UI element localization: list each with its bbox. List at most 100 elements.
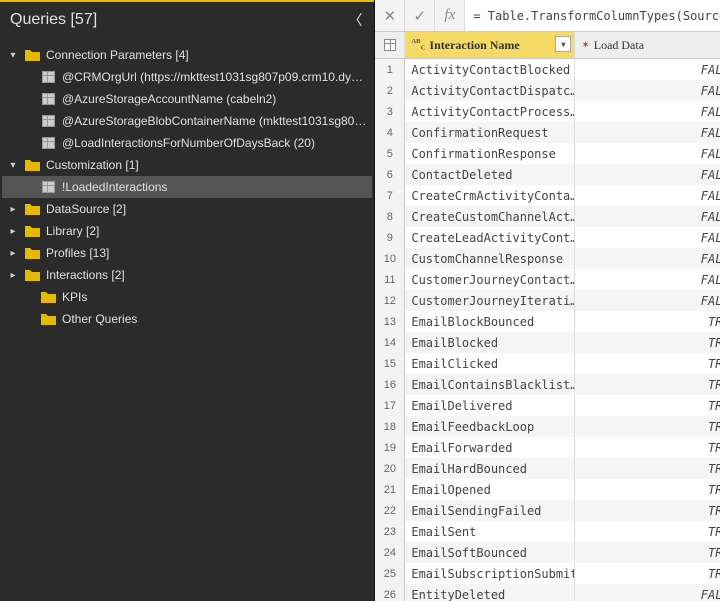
table-row[interactable]: 10CustomChannelResponseFALSE <box>375 248 720 269</box>
table-row[interactable]: 5ConfirmationResponseFALSE <box>375 143 720 164</box>
cell-interaction-name[interactable]: EmailSoftBounced <box>405 542 575 563</box>
tree-folder[interactable]: ▸Profiles [13] <box>2 242 372 264</box>
cell-interaction-name[interactable]: ConfirmationRequest <box>405 122 575 143</box>
tree-item[interactable]: @LoadInteractionsForNumberOfDaysBack (20… <box>2 132 372 154</box>
table-row[interactable]: 11CustomerJourneyContact…FALSE <box>375 269 720 290</box>
commit-formula-button[interactable]: ✓ <box>405 0 435 31</box>
cell-interaction-name[interactable]: EntityDeleted <box>405 584 575 601</box>
cell-load-data[interactable]: TRUE <box>575 353 720 374</box>
cell-interaction-name[interactable]: EmailForwarded <box>405 437 575 458</box>
cell-interaction-name[interactable]: EmailClicked <box>405 353 575 374</box>
column-filter-button[interactable]: ▾ <box>555 36 571 52</box>
cell-interaction-name[interactable]: EmailBlocked <box>405 332 575 353</box>
cell-load-data[interactable]: FALSE <box>575 143 720 164</box>
cell-load-data[interactable]: TRUE <box>575 437 720 458</box>
table-row[interactable]: 8CreateCustomChannelAct…FALSE <box>375 206 720 227</box>
cell-interaction-name[interactable]: ActivityContactProcess… <box>405 101 575 122</box>
cell-load-data[interactable]: TRUE <box>575 311 720 332</box>
cell-load-data[interactable]: FALSE <box>575 290 720 311</box>
table-row[interactable]: 20EmailHardBouncedTRUE <box>375 458 720 479</box>
table-row[interactable]: 2ActivityContactDispatc…FALSE <box>375 80 720 101</box>
table-row[interactable]: 15EmailClickedTRUE <box>375 353 720 374</box>
cell-load-data[interactable]: TRUE <box>575 563 720 584</box>
formula-input[interactable]: = Table.TransformColumnTypes(Source,{{ <box>465 0 720 31</box>
cell-interaction-name[interactable]: EmailOpened <box>405 479 575 500</box>
table-row[interactable]: 17EmailDeliveredTRUE <box>375 395 720 416</box>
cell-interaction-name[interactable]: CreateCrmActivityConta… <box>405 185 575 206</box>
cell-interaction-name[interactable]: EmailSendingFailed <box>405 500 575 521</box>
cell-load-data[interactable]: TRUE <box>575 542 720 563</box>
cell-interaction-name[interactable]: ActivityContactDispatc… <box>405 80 575 101</box>
table-row[interactable]: 7CreateCrmActivityConta…FALSE <box>375 185 720 206</box>
table-row[interactable]: 22EmailSendingFailedTRUE <box>375 500 720 521</box>
cell-load-data[interactable]: TRUE <box>575 500 720 521</box>
select-all-corner[interactable] <box>375 32 405 58</box>
tree-item[interactable]: !LoadedInteractions <box>2 176 372 198</box>
cell-load-data[interactable]: FALSE <box>575 227 720 248</box>
table-row[interactable]: 26EntityDeletedFALSE <box>375 584 720 601</box>
cell-load-data[interactable]: TRUE <box>575 374 720 395</box>
cell-load-data[interactable]: FALSE <box>575 101 720 122</box>
table-row[interactable]: 18EmailFeedbackLoopTRUE <box>375 416 720 437</box>
table-row[interactable]: 19EmailForwardedTRUE <box>375 437 720 458</box>
cell-load-data[interactable]: FALSE <box>575 80 720 101</box>
cell-interaction-name[interactable]: CreateLeadActivityCont… <box>405 227 575 248</box>
cell-load-data[interactable]: TRUE <box>575 332 720 353</box>
table-row[interactable]: 1ActivityContactBlockedFALSE <box>375 59 720 80</box>
cell-interaction-name[interactable]: ContactDeleted <box>405 164 575 185</box>
table-row[interactable]: 14EmailBlockedTRUE <box>375 332 720 353</box>
tree-folder[interactable]: ▸DataSource [2] <box>2 198 372 220</box>
tree-item[interactable]: @CRMOrgUrl (https://mkttest1031sg807p09.… <box>2 66 372 88</box>
table-row[interactable]: 6ContactDeletedFALSE <box>375 164 720 185</box>
cell-load-data[interactable]: FALSE <box>575 185 720 206</box>
cell-interaction-name[interactable]: EmailContainsBlacklist… <box>405 374 575 395</box>
table-row[interactable]: 25EmailSubscriptionSubmitTRUE <box>375 563 720 584</box>
tree-folder[interactable]: ▸Library [2] <box>2 220 372 242</box>
cancel-formula-button[interactable]: ✕ <box>375 0 405 31</box>
column-header-load-data[interactable]: ✶ Load Data ▾ <box>575 32 720 58</box>
cell-load-data[interactable]: FALSE <box>575 164 720 185</box>
tree-item[interactable]: @AzureStorageAccountName (cabeln2) <box>2 88 372 110</box>
cell-interaction-name[interactable]: CustomChannelResponse <box>405 248 575 269</box>
column-header-interaction-name[interactable]: ABC Interaction Name ▾ <box>405 32 575 58</box>
cell-interaction-name[interactable]: EmailBlockBounced <box>405 311 575 332</box>
cell-load-data[interactable]: TRUE <box>575 479 720 500</box>
collapse-panel-button[interactable]: 〈 <box>348 10 362 30</box>
cell-interaction-name[interactable]: EmailDelivered <box>405 395 575 416</box>
tree-folder[interactable]: ▸Interactions [2] <box>2 264 372 286</box>
table-row[interactable]: 3ActivityContactProcess…FALSE <box>375 101 720 122</box>
cell-load-data[interactable]: FALSE <box>575 248 720 269</box>
cell-interaction-name[interactable]: ConfirmationResponse <box>405 143 575 164</box>
table-row[interactable]: 4ConfirmationRequestFALSE <box>375 122 720 143</box>
fx-icon[interactable]: fx <box>435 0 465 31</box>
cell-load-data[interactable]: TRUE <box>575 416 720 437</box>
tree-folder[interactable]: ▾Customization [1] <box>2 154 372 176</box>
cell-load-data[interactable]: FALSE <box>575 269 720 290</box>
cell-interaction-name[interactable]: CustomerJourneyContact… <box>405 269 575 290</box>
table-row[interactable]: 12CustomerJourneyIterati…FALSE <box>375 290 720 311</box>
cell-interaction-name[interactable]: CreateCustomChannelAct… <box>405 206 575 227</box>
cell-interaction-name[interactable]: EmailFeedbackLoop <box>405 416 575 437</box>
cell-interaction-name[interactable]: CustomerJourneyIterati… <box>405 290 575 311</box>
tree-folder[interactable]: Other Queries <box>2 308 372 330</box>
table-row[interactable]: 21EmailOpenedTRUE <box>375 479 720 500</box>
cell-load-data[interactable]: TRUE <box>575 395 720 416</box>
cell-interaction-name[interactable]: EmailSubscriptionSubmit <box>405 563 575 584</box>
cell-load-data[interactable]: FALSE <box>575 122 720 143</box>
cell-load-data[interactable]: FALSE <box>575 584 720 601</box>
table-row[interactable]: 9CreateLeadActivityCont…FALSE <box>375 227 720 248</box>
tree-folder[interactable]: ▾Connection Parameters [4] <box>2 44 372 66</box>
cell-interaction-name[interactable]: EmailSent <box>405 521 575 542</box>
table-row[interactable]: 16EmailContainsBlacklist…TRUE <box>375 374 720 395</box>
cell-load-data[interactable]: TRUE <box>575 458 720 479</box>
cell-load-data[interactable]: TRUE <box>575 521 720 542</box>
tree-item[interactable]: @AzureStorageBlobContainerName (mkttest1… <box>2 110 372 132</box>
cell-interaction-name[interactable]: EmailHardBounced <box>405 458 575 479</box>
cell-interaction-name[interactable]: ActivityContactBlocked <box>405 59 575 80</box>
table-row[interactable]: 24EmailSoftBouncedTRUE <box>375 542 720 563</box>
cell-load-data[interactable]: FALSE <box>575 206 720 227</box>
table-row[interactable]: 23EmailSentTRUE <box>375 521 720 542</box>
table-row[interactable]: 13EmailBlockBouncedTRUE <box>375 311 720 332</box>
tree-folder[interactable]: KPIs <box>2 286 372 308</box>
cell-load-data[interactable]: FALSE <box>575 59 720 80</box>
